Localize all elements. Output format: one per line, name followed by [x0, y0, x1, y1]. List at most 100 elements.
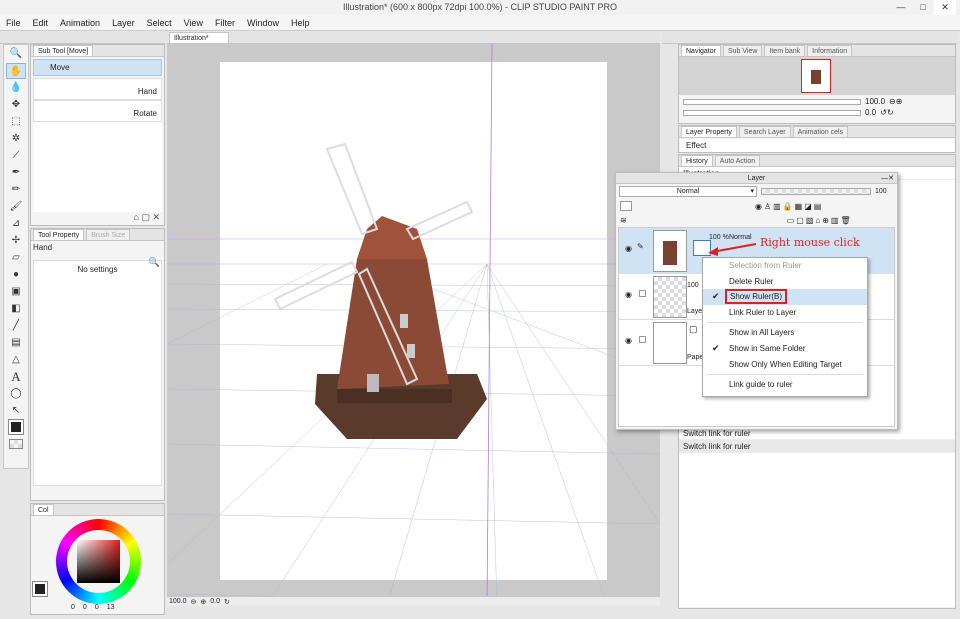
layer-stack-icon[interactable]: ≋ [620, 216, 627, 225]
navigator-rotate-icons[interactable]: ↺↻ [880, 108, 893, 117]
gradient-tool-icon[interactable]: ◧ [6, 301, 26, 317]
subtool-hand[interactable]: Hand [33, 78, 162, 100]
blend-mode-select[interactable]: Normal ▾ [619, 186, 757, 197]
menu-item-show-in-same-folder[interactable]: ✔ Show in Same Folder [703, 341, 867, 357]
move-layer-tool-icon[interactable]: ✥ [6, 97, 26, 113]
navigator-zoom-icons[interactable]: ⊖⊕ [889, 97, 902, 106]
zoom-tool-icon[interactable]: 🔍 [6, 46, 26, 62]
menu-edit[interactable]: Edit [33, 18, 49, 28]
tool-property-panel: Tool Property Brush Size Hand No setting… [30, 228, 165, 501]
menu-item-label: Selection from Ruler [729, 261, 802, 270]
menu-item-selection-from-ruler: Selection from Ruler [703, 258, 867, 274]
menu-item-show-ruler[interactable]: ✔ Show Ruler(B) [703, 289, 867, 305]
color-wheel[interactable] [56, 519, 141, 604]
maximize-button[interactable]: □ [912, 0, 934, 15]
auto-select-tool-icon[interactable]: ✲ [6, 131, 26, 147]
transparent-color-swatch[interactable] [6, 439, 26, 455]
eraser-tool-icon[interactable]: ▱ [6, 250, 26, 266]
history-tab[interactable]: History [681, 155, 713, 166]
airbrush-tool-icon[interactable]: ⊿ [6, 216, 26, 232]
menu-window[interactable]: Window [247, 18, 279, 28]
menu-view[interactable]: View [184, 18, 203, 28]
tool-property-tab[interactable]: Tool Property [33, 229, 85, 240]
auto-action-tab[interactable]: Auto Action [714, 155, 761, 166]
menu-separator [707, 374, 863, 376]
color-square[interactable] [77, 540, 120, 583]
canvas-zoom-value[interactable]: 100.0 [169, 598, 187, 605]
figure-tool-icon[interactable]: ╱ [6, 318, 26, 334]
menu-layer[interactable]: Layer [112, 18, 135, 28]
menu-item-delete-ruler[interactable]: Delete Ruler [703, 274, 867, 290]
menu-item-show-only-when-editing[interactable]: Show Only When Editing Target [703, 357, 867, 373]
layer-checkbox[interactable] [639, 336, 646, 343]
canvas-tab[interactable]: Illustration* [169, 32, 229, 43]
blend-tool-icon[interactable]: ● [6, 267, 26, 283]
layer-toolbar-icons[interactable]: ◉♙▥🔒▦◪▤ [755, 202, 823, 211]
subtool-move[interactable]: Move [33, 59, 162, 76]
zoom-out-icon[interactable]: ⊖ [191, 598, 197, 606]
main-color-chip[interactable] [32, 581, 48, 597]
brush-tool-icon[interactable]: 🖌 [6, 199, 26, 215]
eyedropper-tool-icon[interactable]: ⟋ [6, 148, 26, 164]
subtool-actions-icon[interactable]: ⌂ ▢ ✕ [134, 212, 160, 223]
canvas-angle-value[interactable]: 0.0 [210, 598, 220, 605]
pencil-tool-icon[interactable]: ✏ [6, 182, 26, 198]
layer-panel-titlebar[interactable]: Layer —✕ [616, 173, 897, 184]
opacity-value[interactable]: 100 [875, 188, 887, 195]
layer-checkbox[interactable] [639, 290, 646, 297]
opacity-slider[interactable] [761, 188, 871, 195]
menu-item-link-ruler-to-layer[interactable]: Link Ruler to Layer [703, 305, 867, 321]
checkmark-icon: ✔ [712, 342, 720, 353]
menu-file[interactable]: File [6, 18, 21, 28]
frame-tool-icon[interactable]: ▤ [6, 335, 26, 351]
visibility-eye-icon[interactable]: ◉ [625, 290, 632, 299]
visibility-eye-icon[interactable]: ◉ [625, 336, 632, 345]
subtool-rotate[interactable]: Rotate [33, 100, 162, 122]
layer-color-icon[interactable] [620, 201, 632, 211]
layer-property-tab[interactable]: Layer Property [681, 126, 737, 137]
navigator-angle-value: 0.0 [865, 108, 877, 117]
navigator-zoom-slider[interactable] [683, 98, 861, 105]
history-item-selected[interactable]: Switch link for ruler [679, 440, 955, 453]
menu-item-link-guide-to-ruler[interactable]: Link guide to ruler [703, 377, 867, 393]
menu-select[interactable]: Select [147, 18, 172, 28]
tool-property-search-icon[interactable]: 🔍 [149, 257, 160, 268]
zoom-in-icon[interactable]: ⊕ [200, 598, 206, 606]
pen-tool-icon[interactable]: ✒ [6, 165, 26, 181]
search-layer-tab[interactable]: Search Layer [738, 126, 791, 137]
effect-label: Effect [680, 139, 954, 152]
subview-tab[interactable]: Sub View [722, 45, 763, 56]
menu-animation[interactable]: Animation [60, 18, 100, 28]
canvas-tab-label: Illustration* [174, 35, 209, 42]
layer-panel-close-icon[interactable]: —✕ [881, 173, 894, 184]
fill-tool-icon[interactable]: ▣ [6, 284, 26, 300]
navigator-view-frame[interactable] [801, 59, 831, 93]
close-button[interactable]: ✕ [934, 0, 956, 15]
hand-tool-icon[interactable]: ✋ [6, 63, 26, 79]
color-wheel-tab[interactable]: Col [33, 504, 54, 515]
brush-size-tab[interactable]: Brush Size [86, 229, 131, 240]
menu-item-show-in-all-layers[interactable]: Show in All Layers [703, 325, 867, 341]
visibility-eye-icon[interactable]: ◉ [625, 244, 632, 253]
subtool-tab[interactable]: Sub Tool [Move] [33, 45, 94, 56]
information-tab[interactable]: Information [807, 45, 853, 56]
main-color-swatch[interactable] [6, 419, 26, 436]
decoration-tool-icon[interactable]: ✢ [6, 233, 26, 249]
itembank-tab[interactable]: Item bank [764, 45, 806, 56]
rotate-reset-icon[interactable]: ↻ [224, 598, 230, 606]
menu-filter[interactable]: Filter [215, 18, 235, 28]
navigator-preview[interactable] [679, 57, 955, 95]
dropper-tool-icon[interactable]: 💧 [6, 80, 26, 96]
text-tool-icon[interactable]: A [6, 369, 26, 385]
minimize-button[interactable]: — [890, 0, 912, 15]
correct-line-tool-icon[interactable]: ↖ [6, 403, 26, 419]
layer-toolbar2-icons[interactable]: ▭▢▧⌂⊕▥🗑 [787, 216, 853, 225]
navigator-tab[interactable]: Navigator [681, 45, 721, 56]
animation-cels-tab[interactable]: Animation cels [792, 126, 849, 137]
window-controls: — □ ✕ [890, 0, 956, 15]
menu-help[interactable]: Help [291, 18, 310, 28]
navigator-angle-slider[interactable] [683, 109, 861, 116]
selection-tool-icon[interactable]: ⬚ [6, 114, 26, 130]
ruler-tool-icon[interactable]: △ [6, 352, 26, 368]
balloon-tool-icon[interactable]: ◯ [6, 386, 26, 402]
